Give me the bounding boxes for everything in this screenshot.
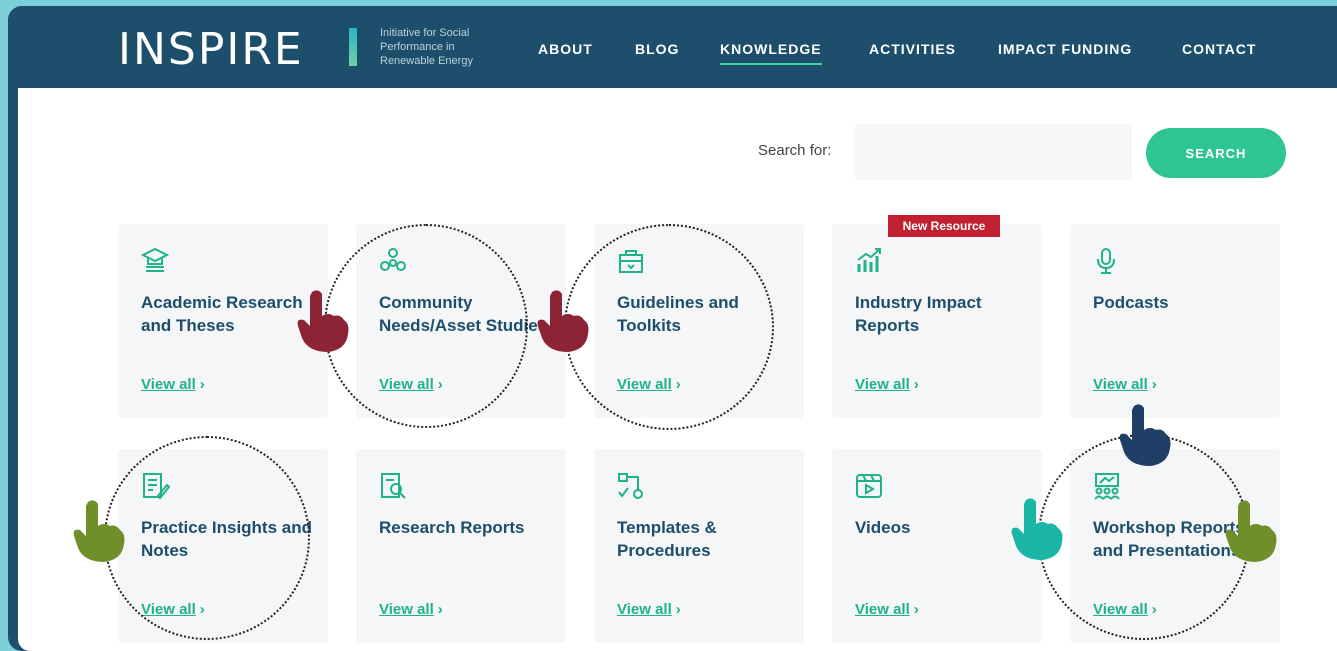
new-resource-badge: New Resource <box>888 215 1000 237</box>
search-label: Search for: <box>758 142 832 159</box>
logo-tagline-line: Initiative for Social <box>380 27 470 39</box>
video-play-icon <box>856 474 882 498</box>
pointing-hand-icon <box>1119 404 1171 466</box>
nav-item-blog[interactable]: BLOG <box>635 41 679 57</box>
chevron-right-icon: › <box>199 376 205 393</box>
microphone-icon <box>1097 248 1115 274</box>
card-title: Podcasts <box>1093 293 1169 312</box>
chevron-right-icon: › <box>913 601 919 618</box>
view-all-label: View all <box>379 601 434 618</box>
pointing-hand-icon <box>1011 498 1063 560</box>
nav-item-activities[interactable]: ACTIVITIES <box>869 41 956 57</box>
card-title: Research Reports <box>379 518 525 537</box>
highlight-circle <box>324 224 528 428</box>
chevron-right-icon: › <box>437 601 443 618</box>
view-all-label: View all <box>617 601 672 618</box>
search-button[interactable]: SEARCH <box>1146 128 1286 178</box>
card-podcasts[interactable]: Podcasts View all › <box>1070 224 1280 418</box>
main-content: Search for: SEARCH Academic Research and… <box>18 88 1337 651</box>
view-all-label: View all <box>141 376 196 393</box>
highlight-circle <box>104 436 310 640</box>
growth-chart-icon <box>857 248 881 272</box>
chevron-right-icon: › <box>913 376 919 393</box>
main-nav: ABOUT BLOG KNOWLEDGE ACTIVITIES IMPACT F… <box>8 41 1337 65</box>
search-input[interactable] <box>854 124 1132 180</box>
view-all-label: View all <box>855 601 910 618</box>
card-research-reports[interactable]: Research Reports View all › <box>356 449 566 643</box>
site-header: INSPIRE Initiative for Social Performanc… <box>8 6 1337 88</box>
view-all-label: View all <box>1093 376 1148 393</box>
graduation-cap-icon <box>140 247 170 272</box>
view-all-link[interactable]: View all › <box>379 601 443 618</box>
pointing-hand-icon <box>297 290 349 352</box>
view-all-label: View all <box>855 376 910 393</box>
card-title: Industry Impact Reports <box>855 293 982 335</box>
view-all-link[interactable]: View all › <box>617 601 681 618</box>
card-templates-procedures[interactable]: Templates & Procedures View all › <box>594 449 804 643</box>
nav-item-impact-funding[interactable]: IMPACT FUNDING <box>998 41 1132 57</box>
nav-item-knowledge[interactable]: KNOWLEDGE <box>720 41 822 65</box>
card-industry-impact[interactable]: Industry Impact Reports View all › <box>832 224 1042 418</box>
highlight-circle <box>564 224 774 430</box>
view-all-link[interactable]: View all › <box>141 376 205 393</box>
view-all-link[interactable]: View all › <box>1093 376 1157 393</box>
pointing-hand-icon <box>537 290 589 352</box>
view-all-link[interactable]: View all › <box>855 376 919 393</box>
chevron-right-icon: › <box>1151 376 1157 393</box>
card-title: Templates & Procedures <box>617 518 717 560</box>
pointing-hand-icon <box>1225 500 1277 562</box>
document-search-icon <box>381 473 406 499</box>
nav-item-contact[interactable]: CONTACT <box>1182 41 1256 57</box>
chevron-right-icon: › <box>675 601 681 618</box>
pointing-hand-icon <box>73 500 125 562</box>
flow-process-icon <box>618 473 643 499</box>
view-all-link[interactable]: View all › <box>855 601 919 618</box>
nav-item-about[interactable]: ABOUT <box>538 41 593 57</box>
